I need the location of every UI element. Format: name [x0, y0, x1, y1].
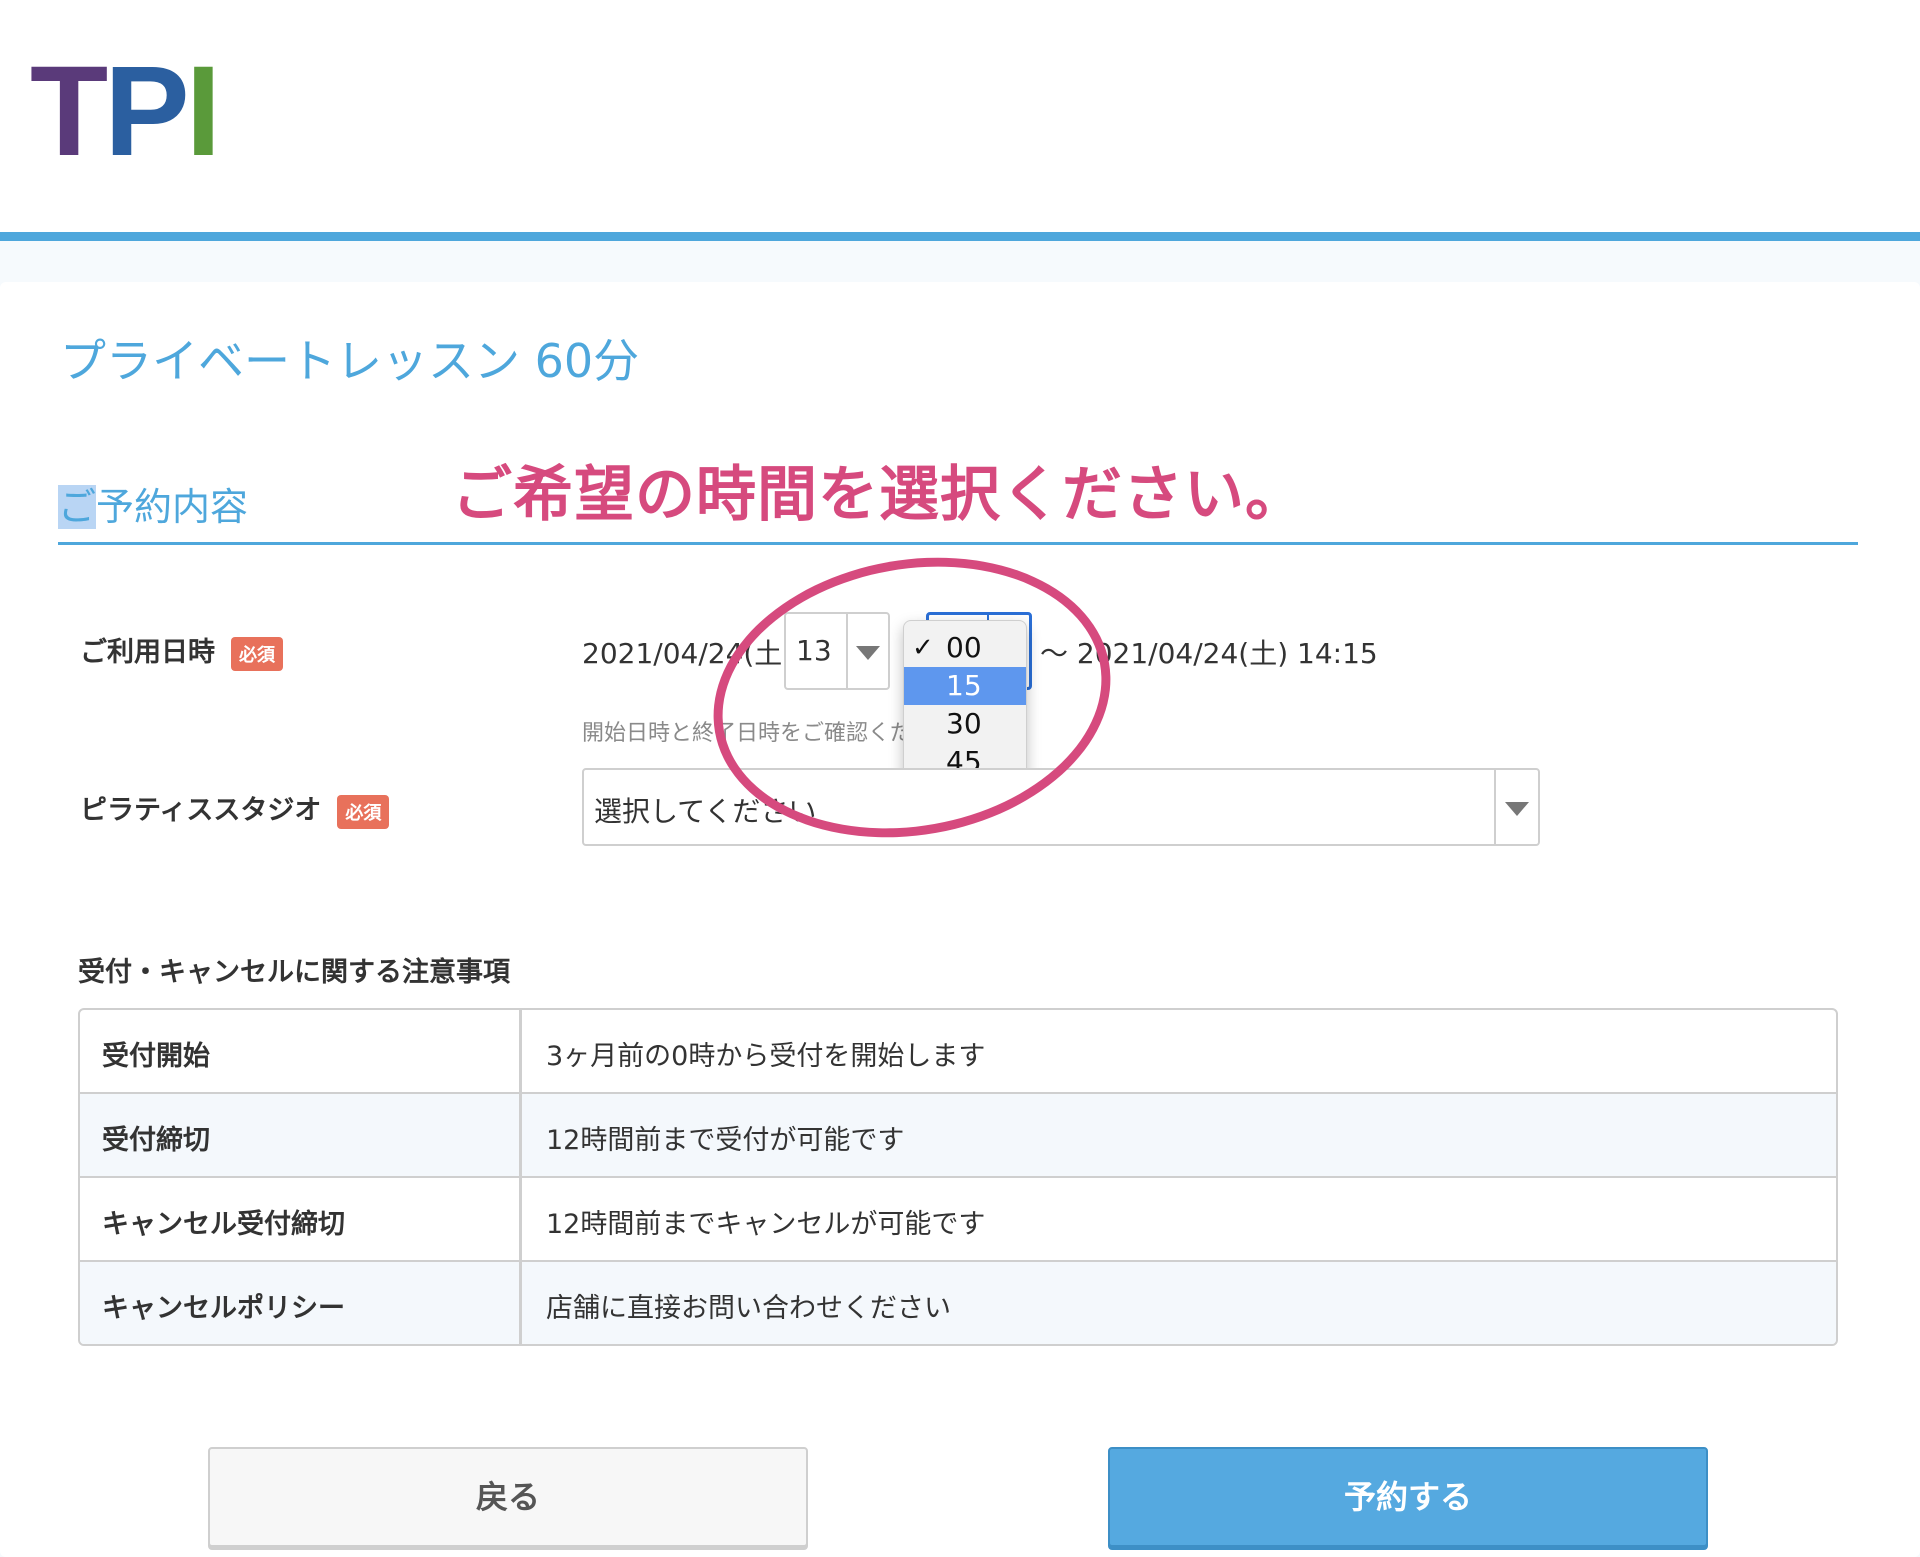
table-header-cell: キャンセルポリシー [80, 1262, 522, 1344]
required-badge: 必須 [231, 636, 283, 671]
minute-option-highlighted[interactable]: 15 [904, 667, 1026, 705]
table-header-cell: キャンセル受付締切 [80, 1178, 522, 1260]
minute-option-label: 15 [946, 669, 982, 702]
section-title: ご予約内容 [58, 476, 248, 531]
studio-label-text: ピラティススタジオ [80, 795, 322, 826]
datetime-label-text: ご利用日時 [80, 637, 215, 668]
minute-option-label: 00 [946, 631, 982, 664]
table-header-cell: 受付締切 [80, 1094, 522, 1176]
hour-select[interactable]: 13 [784, 612, 890, 690]
table-header-cell: 受付開始 [80, 1010, 522, 1092]
datetime-hint: 開始日時と終了日時をご確認ください [582, 721, 957, 746]
chevron-down-icon [1505, 802, 1529, 816]
table-row: キャンセル受付締切 12時間前までキャンセルが可能です [80, 1178, 1836, 1262]
logo-letter-i: I [185, 40, 222, 183]
back-button[interactable]: 戻る [208, 1447, 808, 1547]
row-value: 店舗に直接お問い合わせください [546, 1293, 951, 1324]
studio-select[interactable]: 選択してください [582, 768, 1540, 846]
notes-title: 受付・キャンセルに関する注意事項 [78, 957, 510, 988]
reserve-button[interactable]: 予約する [1108, 1447, 1708, 1547]
minute-option[interactable]: 30 [904, 705, 1026, 743]
hour-select-arrow [846, 614, 888, 688]
minute-option[interactable]: ✓ 00 [904, 629, 1026, 667]
start-date-text: 2021/04/24(土) [582, 637, 794, 670]
datetime-label: ご利用日時 必須 [80, 630, 283, 671]
table-row: キャンセルポリシー 店舗に直接お問い合わせください [80, 1262, 1836, 1344]
annotation-text: ご希望の時間を選択ください。 [452, 460, 1306, 530]
header: TPI [0, 0, 1920, 232]
logo[interactable]: TPI [30, 48, 221, 176]
row-key: 受付締切 [102, 1125, 210, 1156]
row-key: キャンセルポリシー [102, 1293, 345, 1324]
end-datetime-text: 〜 2021/04/24(土) 14:15 [1040, 637, 1378, 670]
required-badge: 必須 [337, 794, 390, 829]
checkmark-icon: ✓ [912, 633, 934, 663]
table-row: 受付締切 12時間前まで受付が可能です [80, 1094, 1836, 1178]
minute-option-label: 30 [946, 707, 982, 740]
logo-letter-t: T [30, 40, 108, 183]
minute-dropdown[interactable]: ✓ 00 15 30 45 [903, 620, 1027, 792]
row-value: 3ヶ月前の0時から受付を開始します [546, 1041, 986, 1072]
notes-table: 受付開始 3ヶ月前の0時から受付を開始します 受付締切 12時間前まで受付が可能… [78, 1008, 1838, 1346]
studio-label: ピラティススタジオ 必須 [80, 788, 390, 829]
selected-text-highlight: ご [58, 485, 97, 529]
row-key: キャンセル受付締切 [102, 1209, 345, 1240]
hour-select-value: 13 [796, 634, 832, 667]
plan-title: プライベートレッスン 60分 [60, 334, 640, 388]
row-key: 受付開始 [102, 1041, 210, 1072]
row-value: 12時間前まで受付が可能です [546, 1125, 905, 1156]
studio-select-arrow [1494, 770, 1538, 844]
section-title-rest: 予約内容 [96, 485, 249, 529]
header-divider [0, 232, 1920, 241]
section-divider [58, 542, 1858, 545]
table-row: 受付開始 3ヶ月前の0時から受付を開始します [80, 1010, 1836, 1094]
chevron-down-icon [856, 646, 880, 660]
studio-select-placeholder: 選択してください [594, 795, 817, 828]
row-value: 12時間前までキャンセルが可能です [546, 1209, 986, 1240]
logo-letter-p: P [104, 40, 189, 183]
